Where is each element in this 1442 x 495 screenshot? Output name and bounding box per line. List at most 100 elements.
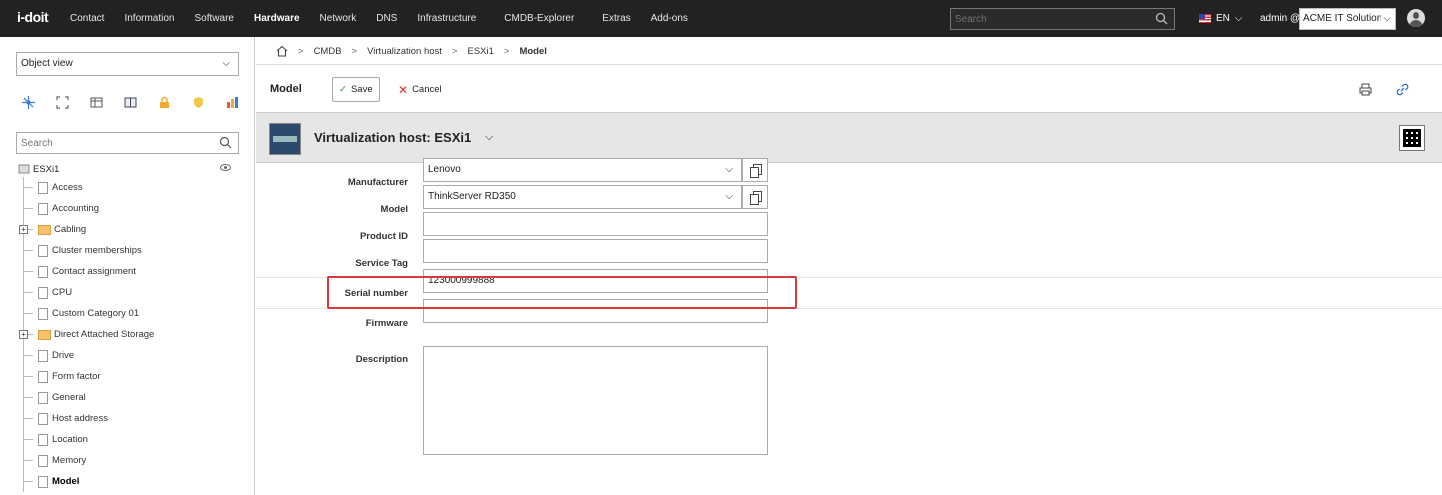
server-icon	[18, 164, 30, 174]
cancel-button[interactable]: ✕ Cancel	[392, 77, 448, 102]
manufacturer-label: Manufacturer	[347, 177, 408, 188]
view-select[interactable]: Object view ⌵	[16, 52, 239, 76]
us-flag-icon	[1199, 14, 1211, 23]
tree-line	[23, 208, 33, 209]
main-nav: Contact Information Software Hardware Ne…	[60, 0, 698, 37]
tree-line	[23, 313, 33, 314]
qr-code-icon[interactable]	[1399, 125, 1425, 151]
tenant-select[interactable]: ACME IT Solutions ⌵	[1299, 8, 1396, 30]
nav-extras[interactable]: Extras	[592, 13, 640, 24]
folder-icon	[38, 329, 51, 340]
model-label: Model	[380, 204, 408, 215]
language-switcher[interactable]: EN ⌵	[1199, 13, 1243, 24]
book-icon[interactable]	[124, 96, 137, 109]
document-icon	[38, 454, 48, 467]
nav-information[interactable]: Information	[114, 13, 184, 24]
expand-toggle-icon[interactable]: +	[19, 225, 28, 234]
logo[interactable]: i-doit	[17, 9, 49, 25]
tree-line	[23, 271, 33, 272]
firmware-label: Firmware	[365, 318, 408, 329]
eye-icon[interactable]	[220, 164, 231, 171]
tree-item[interactable]: Host address	[18, 408, 238, 429]
product-id-field[interactable]	[423, 212, 768, 236]
tree-item[interactable]: + Cabling	[18, 219, 238, 240]
chevron-down-icon: ⌵	[1381, 13, 1391, 24]
tree-item-label: Access	[52, 182, 83, 193]
breadcrumb-separator: >	[351, 45, 358, 57]
tree-item[interactable]: + Direct Attached Storage	[18, 324, 238, 345]
tree-item-label: Location	[52, 434, 88, 445]
breadcrumb-esxi1[interactable]: ESXi1	[467, 46, 493, 57]
document-icon	[38, 475, 48, 488]
tree-item[interactable]: Memory	[18, 450, 238, 471]
manufacturer-dialog-button[interactable]	[742, 158, 768, 182]
check-icon: ✓	[339, 84, 347, 95]
table-icon[interactable]	[90, 96, 103, 109]
expand-icon[interactable]	[56, 96, 69, 109]
global-search-input[interactable]	[951, 9, 1146, 29]
document-icon	[38, 244, 48, 257]
tree-root[interactable]: ESXi1	[18, 161, 238, 177]
tree-item-label: Model	[52, 476, 80, 487]
home-icon[interactable]	[276, 45, 288, 57]
tree-item[interactable]: CPU	[18, 282, 238, 303]
tree-line	[23, 418, 33, 419]
shield-icon[interactable]	[192, 96, 205, 109]
expand-toggle-icon[interactable]: +	[19, 330, 28, 339]
chevron-down-icon[interactable]: ⌵	[485, 131, 493, 144]
avatar[interactable]	[1407, 9, 1425, 27]
chevron-down-icon: ⌵	[725, 191, 733, 202]
tree-item[interactable]: Drive	[18, 345, 238, 366]
lock-icon[interactable]	[158, 96, 171, 109]
tree-item[interactable]: Contact assignment	[18, 261, 238, 282]
link-icon[interactable]	[1396, 83, 1409, 96]
nav-software[interactable]: Software	[185, 13, 244, 24]
tree-item[interactable]: Cluster memberships	[18, 240, 238, 261]
nav-add-ons[interactable]: Add-ons	[641, 13, 698, 24]
tree-item[interactable]: Access	[18, 177, 238, 198]
nav-infrastructure[interactable]: Infrastructure	[407, 13, 494, 24]
tree-item[interactable]: Form factor	[18, 366, 238, 387]
tree-item-label: Accounting	[52, 203, 100, 214]
nav-hardware[interactable]: Hardware	[244, 13, 310, 24]
document-icon	[38, 307, 48, 320]
document-icon	[38, 412, 48, 425]
breadcrumb-virtualization-host[interactable]: Virtualization host	[367, 46, 442, 57]
breadcrumb-separator: >	[298, 45, 304, 57]
tree-item[interactable]: Custom Category 01	[18, 303, 238, 324]
sidebar-search-input[interactable]	[17, 133, 207, 153]
chart-icon[interactable]	[226, 96, 239, 109]
service-tag-field[interactable]	[423, 239, 768, 263]
document-icon	[38, 370, 48, 383]
breadcrumb-cmdb[interactable]: CMDB	[314, 46, 342, 57]
tree-item[interactable]: Accounting	[18, 198, 238, 219]
network-icon[interactable]	[22, 96, 35, 109]
model-value: ThinkServer RD350	[428, 191, 516, 202]
tree-item[interactable]: Location	[18, 429, 238, 450]
search-icon[interactable]	[1155, 12, 1168, 25]
breadcrumb-separator: >	[503, 45, 510, 57]
nav-network[interactable]: Network	[310, 13, 367, 24]
tree-item[interactable]: General	[18, 387, 238, 408]
tree-item-label: CPU	[52, 287, 73, 298]
model-dialog-button[interactable]	[742, 185, 768, 209]
nav-contact[interactable]: Contact	[60, 13, 114, 24]
model-select[interactable]: ThinkServer RD350 ⌵	[423, 185, 742, 209]
search-icon[interactable]	[219, 136, 232, 149]
nav-cmdb-explorer[interactable]: CMDB-Explorer	[494, 13, 592, 24]
save-label: Save	[350, 84, 373, 95]
save-button[interactable]: ✓ Save	[332, 77, 380, 102]
user-label: admin @	[1260, 13, 1301, 24]
close-icon: ✕	[398, 82, 409, 97]
folder-icon	[38, 224, 51, 235]
tree-item[interactable]: Model	[18, 471, 238, 492]
product-id-label: Product ID	[359, 231, 408, 242]
manufacturer-select[interactable]: Lenovo ⌵	[423, 158, 742, 182]
description-field[interactable]	[423, 346, 768, 455]
breadcrumb-current: Model	[519, 45, 547, 57]
print-icon[interactable]	[1359, 83, 1372, 96]
nav-dns[interactable]: DNS	[366, 13, 407, 24]
sidebar-search	[16, 132, 239, 154]
sidebar-toolbar	[22, 96, 239, 109]
document-icon	[38, 202, 48, 215]
